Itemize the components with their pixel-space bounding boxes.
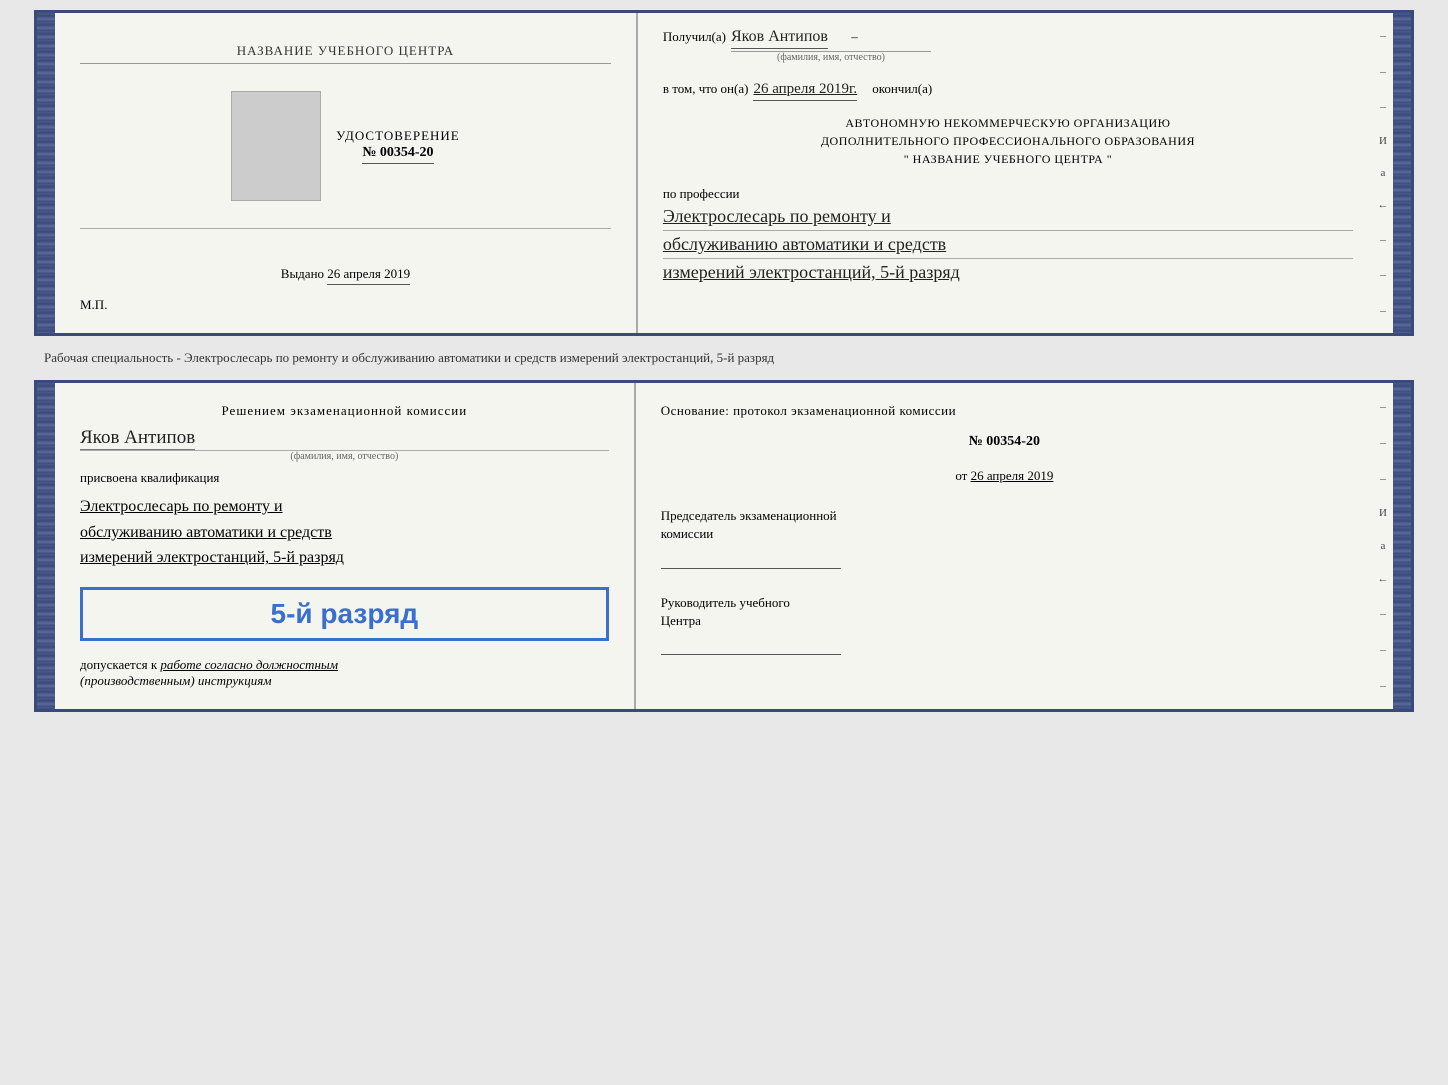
center-title: НАЗВАНИЕ УЧЕБНОГО ЦЕНТРА: [80, 43, 611, 64]
dash-2: –: [1380, 64, 1386, 79]
допуск-block: допускается к работе согласно должностны…: [80, 657, 609, 689]
mp-label: М.П.: [80, 297, 107, 313]
dash-6: –: [1380, 303, 1386, 318]
chairman-line2: комиссии: [661, 526, 714, 541]
допуск-label: допускается к: [80, 657, 157, 672]
issued-label: Выдано: [281, 266, 324, 281]
top-booklet: НАЗВАНИЕ УЧЕБНОГО ЦЕНТРА УДОСТОВЕРЕНИЕ №…: [34, 10, 1414, 336]
mark-a: а: [1381, 167, 1386, 179]
fio-label-bottom: (фамилия, имя, отчество): [80, 450, 609, 462]
org-line1: АВТОНОМНУЮ НЕКОММЕРЧЕСКУЮ ОРГАНИЗАЦИЮ: [663, 114, 1353, 132]
name-handwritten-bottom: Яков Антипов: [80, 427, 195, 450]
dash-3: –: [1380, 99, 1386, 114]
photo-placeholder: [231, 91, 321, 201]
prof-bottom-2: обслуживанию автоматики и средств: [80, 520, 609, 546]
top-booklet-right-spine: [1393, 13, 1411, 333]
director-line2: Центра: [661, 613, 701, 628]
profession-label-top: по профессии: [663, 186, 1353, 202]
issued-date: 26 апреля 2019: [327, 266, 410, 285]
director-block: Руководитель учебного Центра: [661, 594, 1348, 660]
chairman-line1: Председатель экзаменационной: [661, 508, 837, 523]
bottom-booklet: Решением экзаменационной комиссии Яков А…: [34, 380, 1414, 712]
in-that-label: в том, что он(а): [663, 81, 749, 97]
specialty-text: Рабочая специальность - Электрослесарь п…: [44, 350, 774, 365]
cert-issued: Выдано 26 апреля 2019: [281, 266, 410, 285]
chairman-block: Председатель экзаменационной комиссии: [661, 507, 1348, 573]
date-handwritten: 26 апреля 2019г.: [753, 81, 857, 101]
mark-back: ←: [1378, 199, 1389, 211]
допуск-text2: (производственным) инструкциям: [80, 673, 272, 688]
in-that-row: в том, что он(а) 26 апреля 2019г. окончи…: [663, 81, 1353, 101]
dash-1: –: [1380, 28, 1386, 43]
top-booklet-left-spine: [37, 13, 55, 333]
mark-i: И: [1379, 135, 1387, 147]
decision-label: Решением экзаменационной комиссии: [80, 403, 609, 419]
bottom-booklet-right-spine: [1393, 383, 1411, 709]
top-booklet-left-page: НАЗВАНИЕ УЧЕБНОГО ЦЕНТРА УДОСТОВЕРЕНИЕ №…: [55, 13, 638, 333]
profession-line3-top: измерений электростанций, 5-й разряд: [663, 262, 1353, 283]
from-label: от: [955, 468, 967, 483]
org-line2: ДОПОЛНИТЕЛЬНОГО ПРОФЕССИОНАЛЬНОГО ОБРАЗО…: [663, 132, 1353, 150]
basis-label: Основание: протокол экзаменационной коми…: [661, 403, 1348, 419]
cert-number: № 00354-20: [362, 145, 433, 164]
profession-block-top: по профессии Электрослесарь по ремонту и…: [663, 186, 1353, 283]
bottom-left-page: Решением экзаменационной комиссии Яков А…: [55, 383, 636, 709]
name-handwritten-top: Яков Антипов: [731, 28, 828, 49]
received-row: Получил(а) Яков Антипов – (фамилия, имя,…: [663, 28, 1353, 63]
org-block: АВТОНОМНУЮ НЕКОММЕРЧЕСКУЮ ОРГАНИЗАЦИЮ ДО…: [663, 114, 1353, 168]
director-title: Руководитель учебного Центра: [661, 594, 1348, 630]
middle-text: Рабочая специальность - Электрослесарь п…: [34, 344, 1414, 372]
dash-4: –: [1380, 232, 1386, 247]
document-wrapper: НАЗВАНИЕ УЧЕБНОГО ЦЕНТРА УДОСТОВЕРЕНИЕ №…: [34, 10, 1414, 712]
profession-block-bottom: Электрослесарь по ремонту и обслуживанию…: [80, 494, 609, 571]
director-line1: Руководитель учебного: [661, 595, 790, 610]
cert-block: УДОСТОВЕРЕНИЕ № 00354-20: [336, 128, 460, 164]
right-marks-top: – – – И а ← – – –: [1373, 13, 1393, 333]
profession-line2-top: обслуживанию автоматики и средств: [663, 234, 1353, 255]
protocol-number: № 00354-20: [661, 434, 1348, 450]
допуск-text: работе согласно должностным: [160, 657, 338, 672]
name-block-bottom: Яков Антипов (фамилия, имя, отчество): [80, 427, 609, 462]
chairman-sig-line: [661, 549, 841, 569]
org-line3: " НАЗВАНИЕ УЧЕБНОГО ЦЕНТРА ": [663, 150, 1353, 168]
prof-bottom-3: измерений электростанций, 5-й разряд: [80, 545, 609, 571]
right-marks-bottom: – – – И а ← – – –: [1373, 383, 1393, 709]
profession-line1-top: Электрослесарь по ремонту и: [663, 206, 1353, 227]
stamp-text: 5-й разряд: [98, 598, 591, 630]
bottom-right-page: Основание: протокол экзаменационной коми…: [636, 383, 1373, 709]
chairman-title: Председатель экзаменационной комиссии: [661, 507, 1348, 543]
assigned-label: присвоена квалификация: [80, 470, 609, 486]
cert-label: УДОСТОВЕРЕНИЕ: [336, 128, 460, 144]
dash-5: –: [1380, 267, 1386, 282]
rank-stamp: 5-й разряд: [80, 587, 609, 641]
bottom-booklet-left-spine: [37, 383, 55, 709]
prof-bottom-1: Электрослесарь по ремонту и: [80, 494, 609, 520]
from-date-block: от 26 апреля 2019: [661, 468, 1348, 484]
director-sig-line: [661, 635, 841, 655]
top-booklet-right-page: Получил(а) Яков Антипов – (фамилия, имя,…: [638, 13, 1373, 333]
fio-label-top: (фамилия, имя, отчество): [731, 51, 931, 63]
received-label: Получил(а): [663, 29, 726, 45]
from-date: 26 апреля 2019: [971, 468, 1054, 483]
finished-label: окончил(а): [872, 81, 932, 97]
